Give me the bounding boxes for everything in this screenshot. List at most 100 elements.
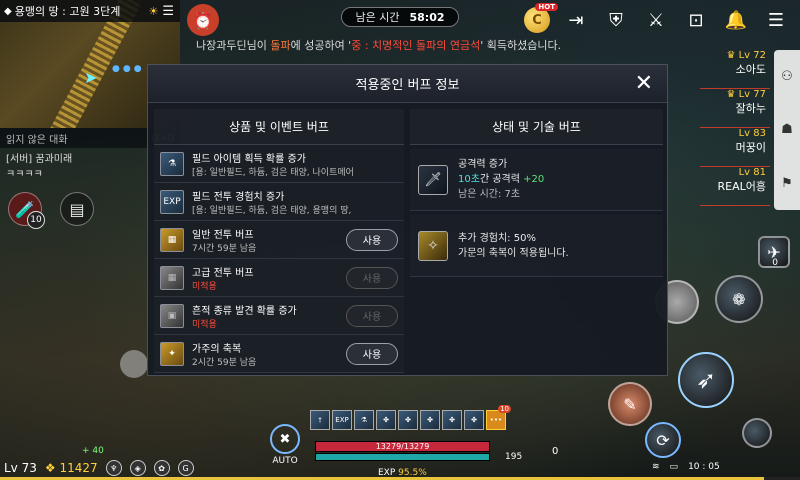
status-effect-icon[interactable]: ✿ [153, 460, 170, 476]
device-status: ≋ ▭ 10 : 05 [652, 462, 720, 472]
party-icon: ⚇ [781, 69, 793, 85]
buff-effect-text: 간 공격력 [479, 174, 524, 185]
party-member[interactable]: ♛ Lv 77 잘하누 [700, 89, 770, 128]
skill-feather[interactable]: ✎ [608, 382, 652, 426]
status-buff-column: 상태 및 기술 버프 🗡 공격력 증가 10초간 공격력 +20 남은 시간: … [410, 109, 663, 371]
map-title-bar[interactable]: ◆ 용맹의 땅 : 고원 3단계 ☀ ☰ [0, 0, 180, 22]
hamburger-menu-icon: ☰ [767, 9, 785, 31]
buff-remaining: 2시간 59분 남음 [192, 357, 257, 368]
quick-slot[interactable]: ✤ [442, 410, 462, 430]
list-icon[interactable]: ☰ [162, 4, 174, 19]
buff-name: 필드 아이템 획득 확률 증가 [192, 153, 306, 165]
auto-battle-button[interactable]: ✖ AUTO [270, 424, 300, 466]
quick-slot[interactable]: † [310, 410, 330, 430]
buff-item[interactable]: ▦ 일반 전투 버프 7시간 59분 남음 사용 [154, 221, 404, 259]
use-button[interactable]: 사용 [346, 266, 398, 289]
exp-icon: EXP [160, 189, 184, 214]
exit-button[interactable]: ⇥ [562, 6, 590, 34]
notice-prefix: 나장과두딘님이 [196, 39, 271, 52]
event-buff-column: 상품 및 이벤트 버프 ⚗ 필드 아이템 획득 확률 증가 [용: 일반필드, … [154, 109, 404, 373]
crown-icon: ♛ [726, 89, 739, 100]
quick-slot[interactable]: EXP [332, 410, 352, 430]
gold-amount: 11427 [59, 461, 98, 475]
group-icon: ☗ [781, 122, 793, 138]
use-button[interactable]: 사용 [346, 228, 398, 251]
exp-icon: EXP [335, 416, 349, 424]
potion-icon: ⚗ [360, 416, 368, 424]
bow-attack-button[interactable]: ➶ [678, 352, 734, 408]
status-buff-item[interactable]: ✧ 추가 경험치: 50% 가문의 축복이 적용됩니다. [410, 215, 663, 277]
main-menu-button[interactable]: ☰ [762, 6, 790, 34]
buff-item[interactable]: EXP 필드 전투 경험치 증가 [용: 일반필드, 하듐, 검은 태양, 용맹… [154, 183, 404, 221]
dodge-button[interactable] [742, 418, 772, 448]
joystick[interactable] [120, 350, 148, 378]
buff-item[interactable]: ▣ 흔적 종류 발견 확률 증가 미적용 사용 [154, 297, 404, 335]
use-button[interactable]: 사용 [346, 342, 398, 365]
sparkle-icon: ✧ [418, 230, 448, 261]
quick-slot[interactable]: ✤ [398, 410, 418, 430]
chat-line: [서버] 꿈과미래 [6, 154, 73, 165]
skill-slot-small[interactable]: ✈ 0 [758, 236, 790, 268]
coin-shop-button[interactable]: C HOT [524, 3, 558, 33]
status-effect-icon[interactable]: G [177, 460, 194, 476]
map-title: 용맹의 땅 : 고원 3단계 [14, 5, 121, 18]
sun-icon: ☀ [148, 4, 159, 18]
chat-line: ㅋㅋㅋㅋ [6, 169, 43, 180]
mp-bar [315, 453, 490, 461]
party-member[interactable]: ♛ Lv 72 소아도 [700, 50, 770, 89]
buff-item[interactable]: ▦ 고급 전투 버프 미적용 사용 [154, 259, 404, 297]
chat-lines[interactable]: [서버] 꿈과미래 ㅋㅋㅋㅋ [6, 152, 72, 182]
scroll-icon: ✤ [471, 416, 477, 424]
buff-name: 추가 경험치: 50% [458, 232, 536, 244]
skill-wing[interactable]: ❁ [715, 275, 763, 323]
status-effect-icon[interactable]: ♆ [105, 460, 122, 476]
buff-item[interactable]: ✦ 가주의 축복 2시간 59분 남음 사용 [154, 335, 404, 373]
use-button[interactable]: 사용 [346, 304, 398, 327]
quick-slot[interactable]: ✤ [376, 410, 396, 430]
quick-slot[interactable]: ⚗ [354, 410, 374, 430]
event-buff-title: 상품 및 이벤트 버프 [154, 109, 404, 145]
skill-count: 0 [772, 258, 778, 268]
status-buff-item[interactable]: 🗡 공격력 증가 10초간 공격력 +20 남은 시간: 7초 [410, 149, 663, 211]
status-effect-icon[interactable]: ◈ [129, 460, 146, 476]
party-side-tab[interactable]: ⚇ ☗ ⚑ [774, 50, 800, 210]
buff-name: 공격력 증가 [458, 159, 508, 170]
quick-slot[interactable]: ✤ [420, 410, 440, 430]
party-member[interactable]: Lv 81 REAL어흥 [700, 167, 770, 206]
quick-slot[interactable]: ✤ [464, 410, 484, 430]
alarm-clock-button[interactable]: ⏰ [187, 4, 219, 36]
buff-item[interactable]: ⚗ 필드 아이템 획득 확률 증가 [용: 일반필드, 하듐, 검은 태양, 나… [154, 145, 404, 183]
party-member-level: Lv 81 [738, 167, 766, 178]
advanced-buff-icon: ▦ [160, 265, 184, 290]
swap-button[interactable]: ⟳ [645, 422, 681, 458]
map-pin-icon: ●●● [112, 64, 145, 74]
buff-name: 고급 전투 버프 [192, 267, 254, 279]
battle-buff-icon: ▦ [160, 227, 184, 252]
bow-icon: ➶ [695, 366, 717, 394]
clock: 10 : 05 [688, 462, 720, 472]
close-icon[interactable]: ✕ [635, 71, 653, 96]
party-member[interactable]: Lv 83 머꿍이 [700, 128, 770, 167]
status-buff-title: 상태 및 기술 버프 [410, 109, 663, 145]
event-buff-list[interactable]: ⚗ 필드 아이템 획득 확률 증가 [용: 일반필드, 하듐, 검은 태양, 나… [154, 145, 404, 373]
camera-icon: ⊡ [688, 9, 704, 31]
potion-button[interactable]: 🧪 10 [8, 192, 45, 229]
bell-icon: 🔔 [724, 9, 748, 31]
exit-icon: ⇥ [568, 9, 584, 31]
flag-icon: ⚑ [781, 175, 793, 191]
player-status: + 40 Lv 73 ❖ 11427 ♆ ◈ ✿ G [4, 446, 194, 476]
inventory-button[interactable]: ▤ [60, 192, 94, 226]
notice-mid: 에 성공하여 ' [290, 39, 352, 52]
battle-button[interactable]: ⚔ [642, 6, 670, 34]
camera-button[interactable]: ⊡ [682, 6, 710, 34]
quick-slot-bar: † EXP ⚗ ✤ ✤ ✤ ✤ ✤ ••• 10 [310, 405, 511, 430]
hp-value: 13279/13279 [375, 442, 430, 451]
timer-value: 58:02 [409, 10, 445, 24]
notification-button[interactable]: 🔔 [722, 6, 750, 34]
quick-slot-menu[interactable]: ••• 10 [486, 405, 511, 430]
chat-unread-label: 읽지 않은 대화 [6, 134, 68, 146]
player-level: Lv 73 [4, 461, 37, 475]
buff-status: 미적용 [192, 281, 217, 292]
modal-header: 적용중인 버프 정보 ✕ [148, 65, 667, 103]
guild-button[interactable]: ⛨ [602, 6, 630, 34]
